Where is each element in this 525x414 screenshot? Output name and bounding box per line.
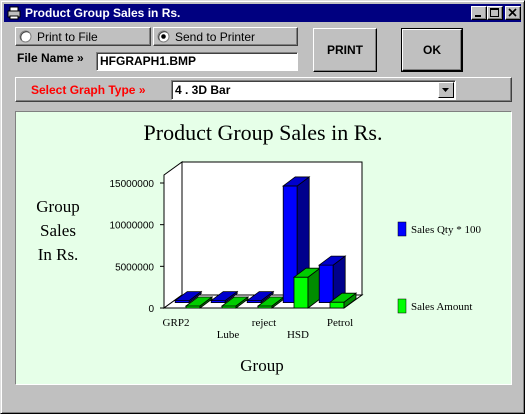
send-to-printer-label: Send to Printer: [175, 30, 256, 44]
graph-type-bar: Select Graph Type » 4 . 3D Bar: [15, 77, 512, 102]
file-name-field[interactable]: HFGRAPH1.BMP: [96, 52, 298, 71]
radio-unchecked-icon: [19, 30, 32, 43]
radio-checked-icon: [157, 30, 170, 43]
y-axis-label-line-3: In Rs.: [38, 245, 79, 264]
x-tick-label-petrol: Petrol: [327, 317, 353, 329]
chart-svg: Product Group Sales in Rs. Group Sales I…: [36, 120, 481, 375]
y-tick-label: 5000000: [115, 262, 154, 273]
y-tick-label: 15000000: [110, 179, 155, 190]
send-to-printer-radio[interactable]: Send to Printer: [153, 27, 298, 46]
chart-panel: Product Group Sales in Rs. Group Sales I…: [15, 111, 512, 385]
file-name-label: File Name »: [17, 51, 84, 65]
x-axis-label: Group: [240, 356, 283, 375]
chart-left-wall: [163, 161, 183, 309]
y-tick-label: 0: [148, 304, 154, 315]
x-tick-label-lube: Lube: [217, 329, 240, 341]
legend-swatch: [397, 298, 407, 314]
y-axis-label-line-1: Group: [36, 197, 79, 216]
title-bar[interactable]: Product Group Sales in Rs.: [4, 4, 521, 22]
legend-swatch: [397, 221, 407, 237]
bar-sales-qty-100-petrol-front: [318, 264, 334, 304]
print-to-file-label: Print to File: [37, 30, 98, 44]
chart-title: Product Group Sales in Rs.: [144, 120, 383, 145]
x-tick-label-grp2: GRP2: [163, 317, 190, 329]
file-name-value: HFGRAPH1.BMP: [100, 54, 197, 68]
window-title: Product Group Sales in Rs.: [25, 6, 181, 20]
maximize-button[interactable]: [487, 6, 503, 20]
select-graph-type-label: Select Graph Type »: [31, 83, 146, 97]
y-tick-label: 10000000: [110, 221, 155, 232]
graph-type-select[interactable]: 4 . 3D Bar: [171, 80, 456, 100]
bar-sales-amount-petrol-front: [329, 301, 345, 309]
close-button[interactable]: [505, 6, 521, 20]
legend-label: Sales Qty * 100: [411, 224, 481, 236]
print-button[interactable]: PRINT: [313, 28, 377, 72]
x-tick-label-hsd: HSD: [287, 329, 309, 341]
minimize-button[interactable]: [471, 6, 487, 20]
maximize-icon: [490, 8, 499, 17]
x-tick-label-reject: reject: [252, 317, 276, 329]
y-axis-label-line-2: Sales: [40, 221, 76, 240]
dropdown-arrow-button[interactable]: [438, 82, 454, 98]
app-icon: [7, 6, 21, 20]
print-to-file-radio[interactable]: Print to File: [15, 27, 151, 46]
minimize-icon: [475, 15, 481, 17]
graph-type-selected-value: 4 . 3D Bar: [175, 83, 231, 97]
close-icon: [508, 8, 517, 17]
main-window: Product Group Sales in Rs. Print to File: [0, 0, 525, 414]
chevron-down-icon: [442, 88, 449, 92]
bar-sales-amount-hsd-front: [293, 276, 309, 309]
ok-button[interactable]: OK: [401, 28, 463, 72]
legend-label: Sales Amount: [411, 301, 472, 313]
